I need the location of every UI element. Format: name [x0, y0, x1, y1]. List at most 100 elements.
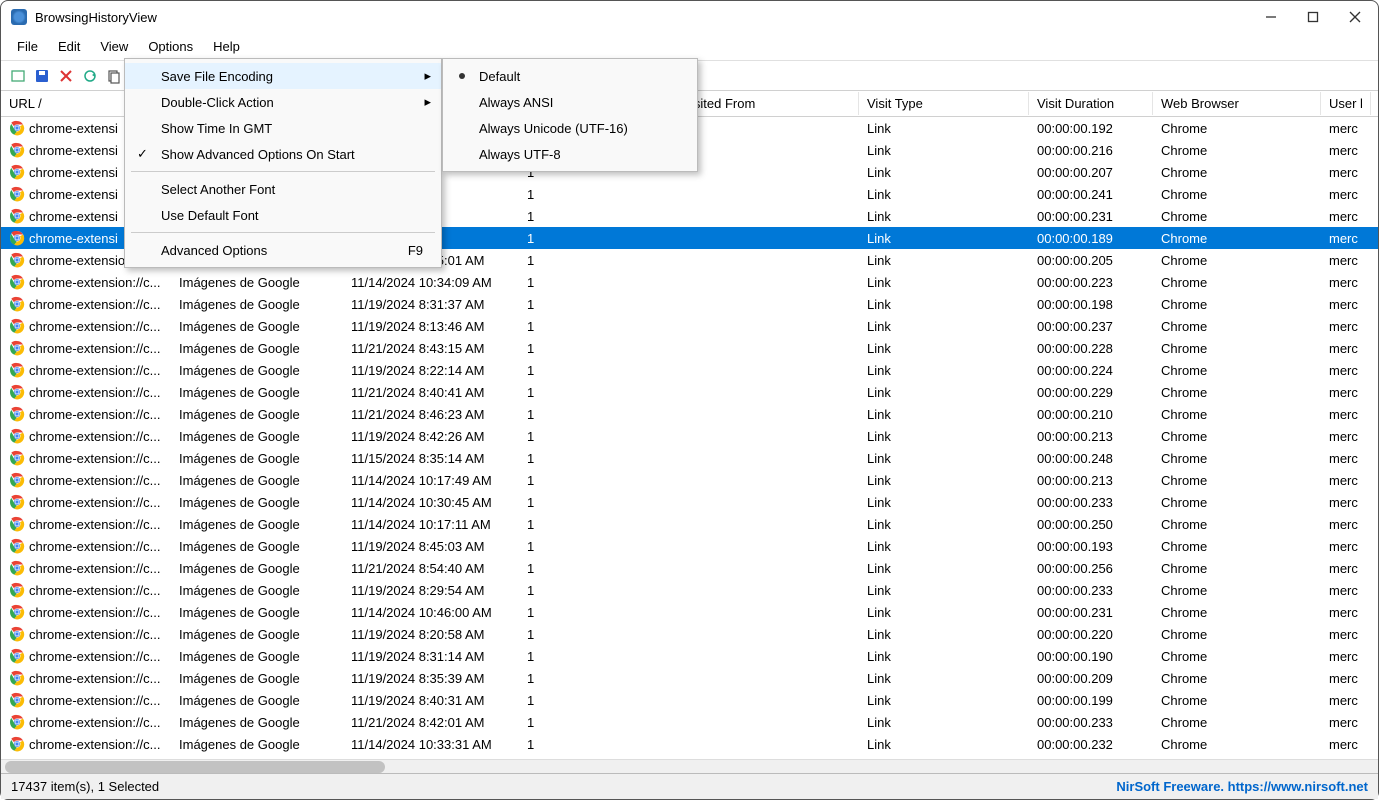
cell-visit-count: 1: [519, 647, 683, 666]
table-row[interactable]: chrome-extension://c...Imágenes de Googl…: [1, 381, 1378, 403]
table-row[interactable]: chrome-extension://c...Imágenes de Googl…: [1, 711, 1378, 733]
table-row[interactable]: chrome-extension://c...Imágenes de Googl…: [1, 491, 1378, 513]
table-row[interactable]: chrome-extension://c...Imágenes de Googl…: [1, 425, 1378, 447]
toolbar-delete-icon[interactable]: [57, 67, 75, 85]
cell-visit-type: Link: [859, 691, 1029, 710]
encoding-item[interactable]: Default: [443, 63, 697, 89]
cell-web-browser: Chrome: [1153, 361, 1321, 380]
cell-user: merc: [1321, 163, 1371, 182]
toolbar-refresh-icon[interactable]: [81, 67, 99, 85]
table-row[interactable]: chrome-extension://c...Imágenes de Googl…: [1, 403, 1378, 425]
header-web-browser[interactable]: Web Browser: [1153, 92, 1321, 115]
menu-file[interactable]: File: [7, 35, 48, 58]
cell-url: chrome-extension://c...: [1, 470, 171, 490]
table-row[interactable]: chrome-extension://c...Imágenes de Googl…: [1, 601, 1378, 623]
check-icon: ✓: [137, 146, 148, 162]
cell-visit-time: 11/19/2024 8:22:14 AM: [343, 361, 519, 380]
options-item[interactable]: Show Time In GMT: [125, 115, 441, 141]
table-row[interactable]: chrome-extension://c...Imágenes de Googl…: [1, 535, 1378, 557]
table-row[interactable]: chrome-extension://c...Imágenes de Googl…: [1, 271, 1378, 293]
cell-url: chrome-extension://c...: [1, 734, 171, 754]
options-item-label: Double-Click Action: [161, 95, 274, 110]
cell-visit-duration: 00:00:00.198: [1029, 295, 1153, 314]
menu-options[interactable]: Options: [138, 35, 203, 58]
cell-visited-from: [683, 412, 859, 416]
cell-visited-from: [683, 170, 859, 174]
table-row[interactable]: chrome-extension://c...Imágenes de Googl…: [1, 667, 1378, 689]
table-row[interactable]: chrome-extension://c...Imágenes de Googl…: [1, 557, 1378, 579]
options-item[interactable]: Advanced OptionsF9: [125, 237, 441, 263]
menu-view[interactable]: View: [90, 35, 138, 58]
table-row[interactable]: chrome-extension://c...Imágenes de Googl…: [1, 689, 1378, 711]
table-row[interactable]: chrome-extension://c...Imágenes de Googl…: [1, 645, 1378, 667]
cell-url: chrome-extension://c...: [1, 558, 171, 578]
cell-visit-time: 11/19/2024 8:42:26 AM: [343, 427, 519, 446]
menu-edit[interactable]: Edit: [48, 35, 90, 58]
toolbar-copy-icon[interactable]: [105, 67, 123, 85]
options-item[interactable]: Use Default Font: [125, 202, 441, 228]
header-user[interactable]: User l: [1321, 92, 1371, 115]
options-item[interactable]: Double-Click Action▸: [125, 89, 441, 115]
toolbar-open-icon[interactable]: [9, 67, 27, 85]
encoding-item-label: Always Unicode (UTF-16): [479, 121, 628, 136]
options-item[interactable]: Save File Encoding▸: [125, 63, 441, 89]
encoding-item[interactable]: Always Unicode (UTF-16): [443, 115, 697, 141]
table-row[interactable]: chrome-extension://c...Imágenes de Googl…: [1, 337, 1378, 359]
table-row[interactable]: chrome-extension://c...Imágenes de Googl…: [1, 359, 1378, 381]
menu-help[interactable]: Help: [203, 35, 250, 58]
cell-visit-duration: 00:00:00.228: [1029, 339, 1153, 358]
header-visited-from[interactable]: isited From: [683, 92, 859, 115]
cell-web-browser: Chrome: [1153, 691, 1321, 710]
table-row[interactable]: chrome-extension://c...Imágenes de Googl…: [1, 579, 1378, 601]
options-item[interactable]: ✓Show Advanced Options On Start: [125, 141, 441, 167]
window-title: BrowsingHistoryView: [35, 10, 1264, 25]
cell-visit-time: 11/21/2024 8:54:40 AM: [343, 559, 519, 578]
status-right[interactable]: NirSoft Freeware. https://www.nirsoft.ne…: [1116, 779, 1368, 794]
cell-visit-count: 1: [519, 559, 683, 578]
cell-visit-duration: 00:00:00.256: [1029, 559, 1153, 578]
table-row[interactable]: chrome-extension://c...Imágenes de Googl…: [1, 447, 1378, 469]
scrollbar-thumb[interactable]: [5, 761, 385, 773]
minimize-button[interactable]: [1264, 10, 1278, 24]
cell-visit-duration: 00:00:00.233: [1029, 713, 1153, 732]
table-row[interactable]: chrome-extension://c...Imágenes de Googl…: [1, 293, 1378, 315]
app-icon: [11, 9, 27, 25]
table-row[interactable]: chrome-extension://c...Imágenes de Googl…: [1, 315, 1378, 337]
header-visit-type[interactable]: Visit Type: [859, 92, 1029, 115]
encoding-item[interactable]: Always ANSI: [443, 89, 697, 115]
cell-user: merc: [1321, 405, 1371, 424]
cell-visited-from: [683, 214, 859, 218]
cell-title: Imágenes de Google: [171, 493, 343, 512]
cell-visit-time: 11/19/2024 8:31:14 AM: [343, 647, 519, 666]
table-row[interactable]: chrome-extension://c...Imágenes de Googl…: [1, 623, 1378, 645]
table-row[interactable]: chrome-extension://c...Imágenes de Googl…: [1, 513, 1378, 535]
cell-user: merc: [1321, 383, 1371, 402]
table-row[interactable]: chrome-extension://c...Imágenes de Googl…: [1, 733, 1378, 755]
table-row[interactable]: chrome-extension://c...Imágenes de Googl…: [1, 469, 1378, 491]
maximize-button[interactable]: [1306, 10, 1320, 24]
cell-web-browser: Chrome: [1153, 581, 1321, 600]
cell-url: chrome-extension://c...: [1, 624, 171, 644]
cell-visit-type: Link: [859, 449, 1029, 468]
cell-visit-count: 1: [519, 207, 683, 226]
cell-visit-type: Link: [859, 515, 1029, 534]
close-button[interactable]: [1348, 10, 1362, 24]
header-visit-duration[interactable]: Visit Duration: [1029, 92, 1153, 115]
cell-url: chrome-extension://c...: [1, 514, 171, 534]
cell-user: merc: [1321, 251, 1371, 270]
cell-visit-duration: 00:00:00.199: [1029, 691, 1153, 710]
cell-title: Imágenes de Google: [171, 317, 343, 336]
cell-url: chrome-extension://c...: [1, 382, 171, 402]
cell-web-browser: Chrome: [1153, 339, 1321, 358]
toolbar-save-icon[interactable]: [33, 67, 51, 85]
cell-visited-from: [683, 346, 859, 350]
encoding-item[interactable]: Always UTF-8: [443, 141, 697, 167]
cell-visit-type: Link: [859, 603, 1029, 622]
horizontal-scrollbar[interactable]: [1, 759, 1378, 773]
cell-user: merc: [1321, 603, 1371, 622]
cell-user: merc: [1321, 185, 1371, 204]
cell-web-browser: Chrome: [1153, 163, 1321, 182]
cell-web-browser: Chrome: [1153, 317, 1321, 336]
cell-url: chrome-extension://c...: [1, 294, 171, 314]
options-item[interactable]: Select Another Font: [125, 176, 441, 202]
